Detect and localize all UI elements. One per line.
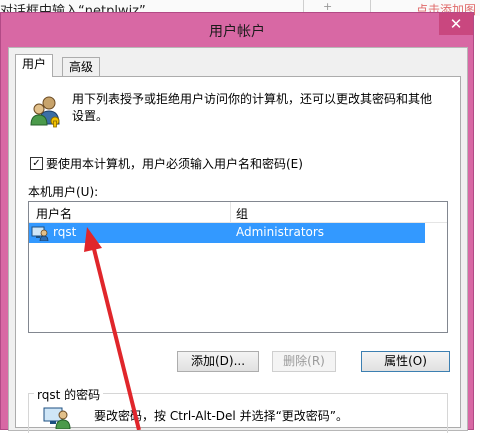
dialog-client-area: 用户 高级 用下列表授予或拒绝用户访问你的计算机，还可以更改其密码和其他设置。 … — [8, 47, 468, 433]
require-login-checkbox[interactable]: ✓ — [30, 157, 43, 170]
user-accounts-dialog: 用户帐户 ✕ 用户 高级 用下列表授予或拒绝用户访问你的计算机，还可以更改其密码… — [0, 12, 474, 433]
properties-button[interactable]: 属性(O) — [361, 351, 450, 372]
users-icon — [30, 96, 60, 128]
require-login-label[interactable]: 要使用本计算机，用户必须输入用户名和密码(E) — [46, 155, 303, 172]
column-header-username[interactable]: 用户名 — [36, 205, 72, 222]
intro-text: 用下列表授予或拒绝用户访问你的计算机，还可以更改其密码和其他设置。 — [72, 92, 433, 123]
title-bar[interactable]: 用户帐户 ✕ — [1, 13, 473, 47]
row-group: Administrators — [236, 225, 325, 239]
password-user-icon — [43, 407, 71, 429]
user-account-icon — [31, 226, 49, 241]
password-section-title: rqst 的密码 — [34, 386, 104, 403]
column-header-group[interactable]: 组 — [236, 205, 248, 222]
table-row[interactable]: rqst Administrators — [29, 223, 425, 243]
remove-user-button[interactable]: 删除(R) — [272, 351, 336, 372]
tab-users[interactable]: 用户 — [15, 54, 54, 77]
user-list[interactable]: 用户名 组 rqst Administrators — [28, 201, 448, 333]
close-button[interactable]: ✕ — [439, 13, 473, 35]
dialog-title: 用户帐户 — [209, 24, 265, 40]
list-header: 用户名 组 — [29, 202, 447, 223]
tab-advanced[interactable]: 高级 — [62, 57, 101, 77]
column-separator[interactable] — [230, 202, 231, 222]
row-username: rqst — [53, 225, 77, 239]
password-instructions: 要改密码，按 Ctrl-Alt-Del 并选择“更改密码”。 — [94, 409, 349, 423]
users-tab-panel: 用下列表授予或拒绝用户访问你的计算机，还可以更改其密码和其他设置。 ✓ 要使用本… — [15, 76, 461, 433]
close-icon: ✕ — [449, 15, 463, 33]
add-user-button[interactable]: 添加(D)... — [177, 351, 259, 372]
local-users-label: 本机用户(U): — [28, 185, 99, 199]
